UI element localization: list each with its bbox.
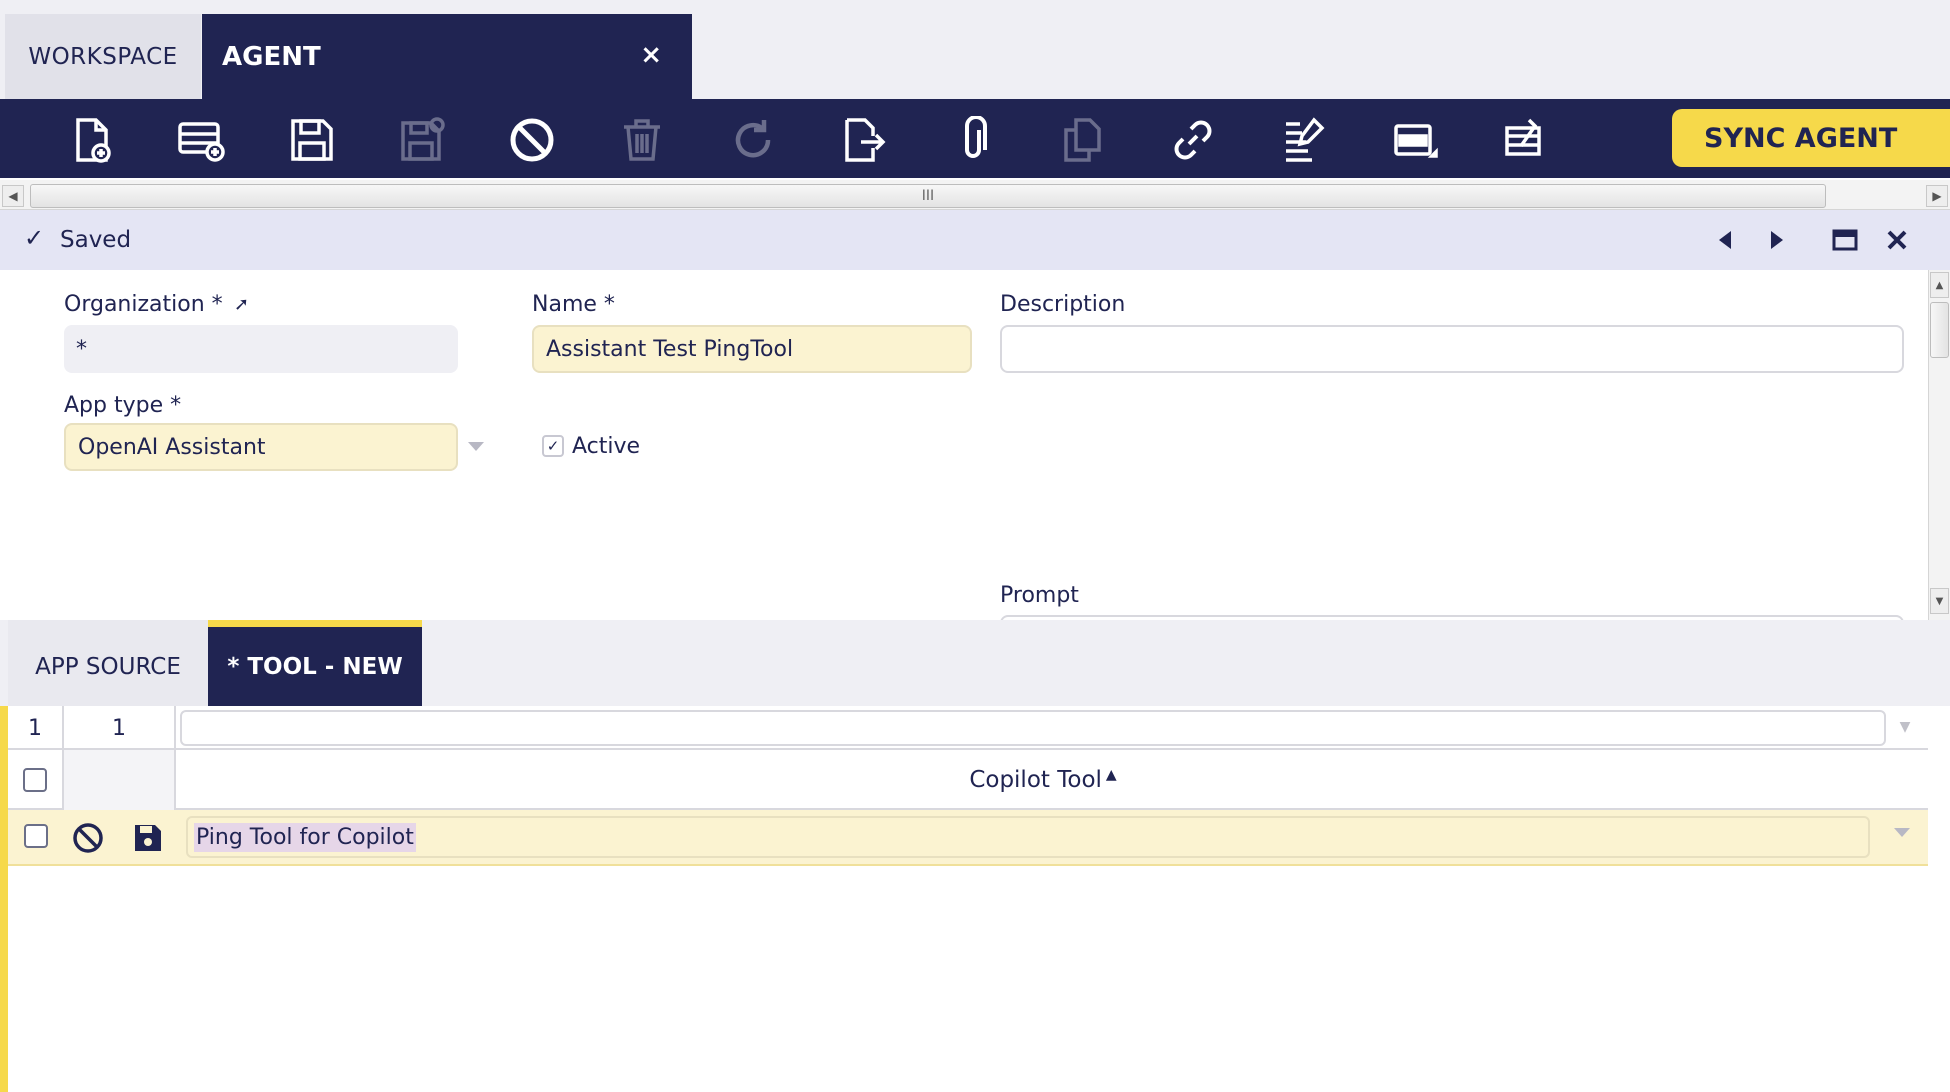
- close-record-icon[interactable]: [1880, 224, 1914, 256]
- chevron-down-icon[interactable]: [468, 442, 484, 451]
- app-type-label: App type *: [64, 393, 182, 418]
- link-icon[interactable]: [1168, 116, 1218, 164]
- toolbar: SYNC AGENT: [0, 99, 1950, 178]
- organization-value: *: [76, 336, 87, 362]
- new-document-icon[interactable]: [67, 116, 117, 164]
- cancel-row-icon[interactable]: [72, 822, 104, 858]
- subtab-bar: APP SOURCE * TOOL - NEW: [0, 620, 1950, 706]
- scroll-left-icon[interactable]: ◀: [2, 185, 24, 207]
- record-form: Organization * ➚ * Name * Assistant Test…: [8, 270, 1928, 620]
- copilot-tool-input[interactable]: Ping Tool for Copilot: [186, 816, 1870, 858]
- form-vertical-scrollbar[interactable]: ▲ ▼: [1928, 270, 1950, 620]
- checkmark-icon: ✓: [24, 224, 45, 252]
- row-checkbox[interactable]: [24, 824, 48, 848]
- tab-app-source-label: APP SOURCE: [35, 654, 181, 680]
- refresh-icon: [728, 116, 778, 164]
- name-field[interactable]: Assistant Test PingTool: [532, 325, 972, 373]
- app-type-value: OpenAI Assistant: [78, 434, 266, 460]
- export-icon[interactable]: [838, 116, 888, 164]
- copilot-tool-column-header[interactable]: Copilot Tool ▲: [158, 750, 1928, 810]
- app-type-select[interactable]: OpenAI Assistant: [64, 423, 458, 471]
- scroll-down-icon[interactable]: ▼: [1930, 588, 1949, 614]
- next-record-icon[interactable]: [1760, 224, 1794, 256]
- select-all-checkbox[interactable]: [23, 768, 47, 792]
- description-field[interactable]: [1000, 325, 1904, 373]
- sync-agent-label: SYNC AGENT: [1704, 122, 1898, 154]
- active-tab-indicator: [0, 706, 8, 1092]
- active-checkbox[interactable]: ✓: [542, 435, 564, 457]
- prompt-label: Prompt: [1000, 583, 1079, 608]
- save-icon[interactable]: [287, 116, 337, 164]
- form-view-icon[interactable]: [1389, 116, 1439, 164]
- row-chevron-down-icon[interactable]: [1894, 828, 1910, 837]
- maximize-icon[interactable]: [1828, 224, 1862, 256]
- form-scroll-thumb[interactable]: [1930, 302, 1949, 358]
- organization-label: Organization *: [64, 292, 223, 317]
- record-count-total: 1: [8, 706, 64, 750]
- copy-icon: [1058, 116, 1108, 164]
- tab-tool-new-label: * TOOL - NEW: [227, 653, 403, 680]
- name-value: Assistant Test PingTool: [546, 336, 794, 362]
- previous-record-icon[interactable]: [1708, 224, 1742, 256]
- tab-app-source[interactable]: APP SOURCE: [8, 620, 208, 706]
- scroll-up-icon[interactable]: ▲: [1930, 272, 1949, 298]
- save-close-icon: [397, 116, 447, 164]
- table-row[interactable]: Ping Tool for Copilot: [8, 810, 1928, 866]
- tab-agent-label: AGENT: [222, 41, 321, 72]
- save-row-icon[interactable]: [132, 822, 164, 858]
- tab-workspace[interactable]: WORKSPACE: [5, 14, 201, 99]
- organization-field[interactable]: *: [64, 325, 458, 373]
- filter-chevron-down-icon[interactable]: ▼: [1892, 714, 1918, 740]
- sync-agent-button[interactable]: SYNC AGENT: [1672, 109, 1950, 167]
- grid-filter-row: 1 1 ▼: [8, 706, 1928, 750]
- column-header-label: Copilot Tool: [969, 767, 1102, 793]
- record-count-selected: 1: [64, 706, 176, 750]
- tab-tool-new[interactable]: * TOOL - NEW: [208, 620, 422, 706]
- sort-ascending-icon[interactable]: ▲: [1106, 767, 1117, 783]
- tab-agent[interactable]: AGENT ×: [202, 14, 692, 99]
- grid-header-row: Copilot Tool ▲: [8, 750, 1928, 810]
- delete-icon: [617, 116, 667, 164]
- edit-grid-icon[interactable]: [1498, 116, 1548, 164]
- scroll-right-icon[interactable]: ▶: [1926, 185, 1948, 207]
- link-arrow-icon[interactable]: ➚: [234, 294, 249, 315]
- undo-icon[interactable]: [507, 116, 557, 164]
- status-text: Saved: [60, 227, 132, 253]
- description-label: Description: [1000, 292, 1126, 317]
- new-row-icon[interactable]: [176, 116, 226, 164]
- horizontal-scrollbar[interactable]: ◀ III ▶: [0, 180, 1950, 210]
- window-tab-bar: WORKSPACE AGENT ×: [0, 0, 1950, 99]
- grid-filter-input[interactable]: [180, 710, 1886, 746]
- status-bar: ✓ Saved: [0, 210, 1950, 270]
- tab-workspace-label: WORKSPACE: [28, 43, 178, 70]
- select-all-cell: [8, 750, 64, 810]
- active-label: Active: [572, 434, 641, 459]
- attachment-icon[interactable]: [948, 116, 998, 164]
- audit-icon[interactable]: [1279, 116, 1329, 164]
- copilot-tool-value: Ping Tool for Copilot: [194, 822, 416, 852]
- scroll-thumb[interactable]: III: [30, 184, 1826, 208]
- name-label: Name *: [532, 292, 615, 317]
- close-tab-icon[interactable]: ×: [640, 40, 662, 70]
